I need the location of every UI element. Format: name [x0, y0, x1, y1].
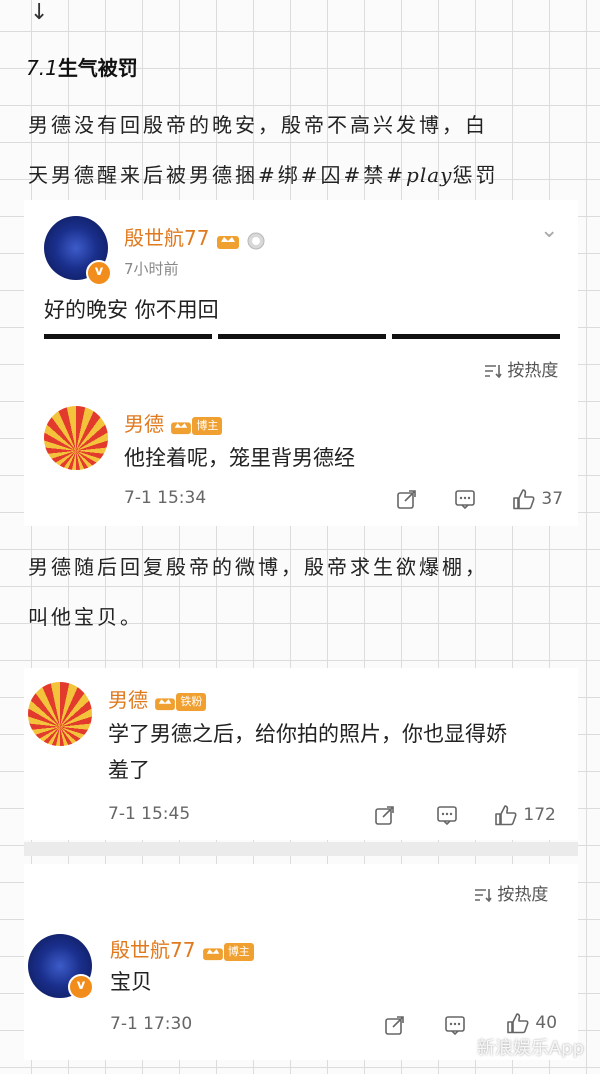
caption-note-1: 男德没有回殷帝的晚安，殷帝不高兴发博，白 天男德醒来后被男德捆#绑#囚#禁#pl… [28, 100, 498, 200]
image-strip[interactable] [44, 334, 212, 339]
post-card: v 殷世航77 7小时前 ⌄ 好的晚安 你不用回 按热度 [24, 200, 578, 384]
crown-vip-icon [155, 697, 176, 710]
caption-text: 天男德醒来后被男德捆#绑#囚#禁# [28, 163, 407, 187]
share-icon[interactable] [396, 488, 418, 510]
comment-author-name: 男德 [108, 688, 148, 712]
down-arrow-icon: ↓ [30, 0, 49, 25]
comment-icon[interactable] [436, 804, 458, 826]
caption-suffix: 惩罚 [452, 163, 499, 187]
like-button[interactable]: 37 [512, 488, 563, 510]
caption-line: 男德没有回殷帝的晚安，殷帝不高兴发博，白 [28, 113, 488, 137]
caption-line: 天男德醒来后被男德捆#绑#囚#禁#play惩罚 [28, 150, 498, 200]
like-icon [513, 489, 535, 510]
comment-time: 7-1 15:34 [124, 488, 207, 508]
comment-time: 7-1 17:30 [110, 1014, 193, 1034]
comment-text-line: 羞了 [108, 758, 150, 782]
reply-card: 按热度 v 殷世航77 博主 宝贝 7-1 17:30 40 [24, 864, 578, 1060]
like-icon [507, 1013, 529, 1034]
comment-author[interactable]: 男德 铁粉 [108, 684, 207, 713]
share-icon[interactable] [384, 1014, 406, 1036]
like-button[interactable]: 40 [506, 1012, 557, 1034]
role-tag: 博主 [192, 416, 223, 435]
like-count: 37 [541, 489, 564, 509]
avatar[interactable] [28, 682, 92, 746]
sort-toggle[interactable]: 按热度 [484, 356, 558, 381]
comment-text: 他拴着呢，笼里背男德经 [124, 446, 355, 470]
like-count: 172 [523, 805, 556, 825]
medal-icon [247, 232, 265, 249]
caption-line: 男德随后回复殷帝的微博，殷帝求生欲爆棚， [28, 555, 488, 579]
post-time: 7小时前 [124, 260, 179, 278]
image-strip[interactable] [392, 334, 560, 339]
fan-tag: 铁粉 [176, 692, 207, 711]
avatar[interactable] [44, 406, 108, 470]
like-count: 40 [535, 1013, 558, 1033]
post-author-name: 殷世航77 [124, 226, 210, 250]
section-number: 7.1 [26, 56, 58, 80]
comment-author-name: 男德 [124, 412, 164, 436]
comment-icon[interactable] [444, 1014, 466, 1036]
share-icon[interactable] [374, 804, 396, 826]
like-button[interactable]: 172 [494, 804, 556, 826]
sort-icon [475, 889, 492, 903]
sort-toggle[interactable]: 按热度 [474, 880, 548, 905]
crown-vip-icon [216, 235, 239, 249]
comment-time: 7-1 15:45 [108, 804, 191, 824]
image-strip[interactable] [218, 334, 386, 339]
verified-icon: v [68, 974, 94, 1000]
crown-vip-icon [202, 947, 223, 960]
post-text: 好的晚安 你不用回 [44, 298, 219, 322]
sort-label: 按热度 [497, 885, 549, 905]
verified-icon: v [86, 260, 112, 286]
comment-author-name: 殷世航77 [110, 938, 196, 962]
section-title-text: 生气被罚 [57, 56, 138, 80]
comment-icon[interactable] [454, 488, 476, 510]
post-author[interactable]: 殷世航77 [124, 222, 266, 251]
comment-author[interactable]: 男德 博主 [124, 408, 223, 437]
sort-label: 按热度 [507, 361, 559, 381]
comment-text: 学了男德之后，给你拍的照片，你也显得娇 羞了 [108, 716, 568, 788]
section-title: 7.1生气被罚 [26, 52, 138, 81]
comment-author[interactable]: 殷世航77 博主 [110, 934, 254, 963]
role-tag: 博主 [223, 942, 254, 961]
chevron-down-icon[interactable]: ⌄ [540, 218, 558, 243]
section-divider [24, 842, 578, 856]
comment-text-line: 学了男德之后，给你拍的照片，你也显得娇 [108, 722, 507, 746]
caption-play: play [406, 163, 453, 187]
like-icon [495, 805, 517, 826]
caption-note-2: 男德随后回复殷帝的微博，殷帝求生欲爆棚， 叫他宝贝。 [28, 542, 488, 642]
watermark: 新浪娱乐App [476, 1038, 584, 1059]
crown-vip-icon [171, 421, 192, 434]
sort-icon [485, 365, 502, 379]
comment-card: 男德 博主 他拴着呢，笼里背男德经 7-1 15:34 37 [24, 384, 578, 526]
comment-text: 宝贝 [110, 970, 152, 994]
caption-line: 叫他宝贝。 [28, 605, 143, 629]
comment-card: 男德 铁粉 学了男德之后，给你拍的照片，你也显得娇 羞了 7-1 15:45 1… [24, 668, 578, 840]
